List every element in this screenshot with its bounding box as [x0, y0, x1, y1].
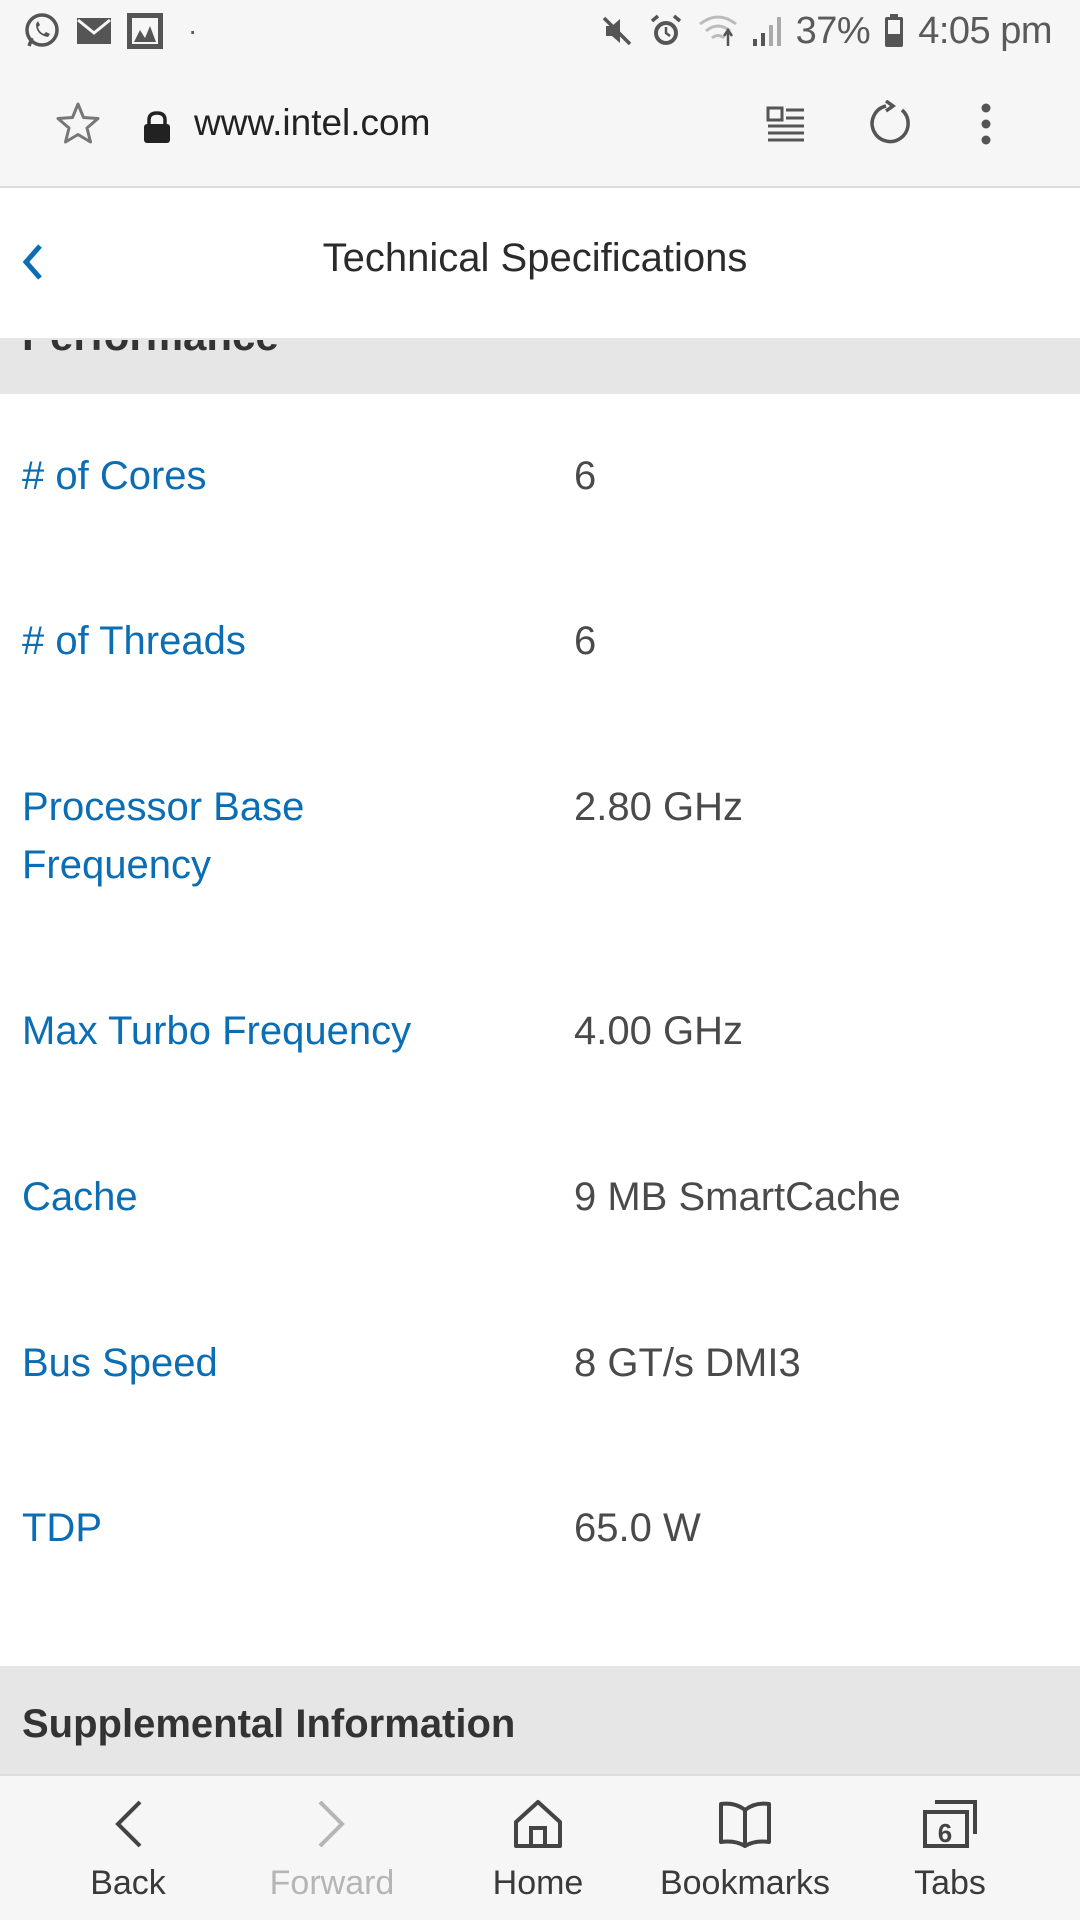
- email-icon: [76, 16, 112, 46]
- whatsapp-icon: [22, 11, 62, 51]
- nav-home-label: Home: [492, 1864, 584, 1902]
- supplemental-banner[interactable]: Supplemental Information: [0, 1666, 1080, 1774]
- spec-label[interactable]: Bus Speed: [22, 1334, 532, 1392]
- bookmarks-book-icon: [645, 1798, 845, 1850]
- status-right: 37% 4:05 pm: [600, 10, 1052, 53]
- back-arrow-icon: [28, 1798, 228, 1850]
- spec-list: # of Cores 6 # of Threads 6 Processor Ba…: [0, 394, 1080, 1666]
- more-options-icon[interactable]: [980, 102, 992, 151]
- section-title: Performance: [22, 340, 279, 360]
- lock-icon: [142, 110, 172, 149]
- status-left: ·: [22, 11, 197, 51]
- spec-label[interactable]: # of Threads: [22, 612, 532, 670]
- page-title: Technical Specifications: [322, 236, 748, 280]
- status-bar: · 37% 4:05 pm: [0, 0, 1080, 62]
- gallery-notification-icon: [126, 12, 164, 50]
- wifi-icon: [698, 14, 738, 48]
- nav-forward-button[interactable]: Forward: [232, 1776, 432, 1920]
- nav-tabs-label: Tabs: [914, 1864, 986, 1902]
- spec-label[interactable]: Max Turbo Frequency: [22, 1002, 532, 1060]
- spec-label[interactable]: Cache: [22, 1168, 532, 1226]
- mute-icon: [600, 14, 634, 48]
- spec-label[interactable]: # of Cores: [22, 447, 532, 505]
- nav-home-button[interactable]: Home: [438, 1776, 638, 1920]
- nav-back-label: Back: [90, 1864, 166, 1902]
- nav-forward-label: Forward: [269, 1864, 395, 1902]
- spec-value: 9 MB SmartCache: [574, 1175, 901, 1219]
- url-text[interactable]: www.intel.com: [194, 102, 430, 144]
- nav-bookmarks-button[interactable]: Bookmarks: [645, 1776, 845, 1920]
- spec-value: 8 GT/s DMI3: [574, 1341, 801, 1385]
- spec-value: 2.80 GHz: [574, 785, 743, 829]
- nav-back-button[interactable]: Back: [28, 1776, 228, 1920]
- spec-value: 4.00 GHz: [574, 1009, 743, 1053]
- forward-arrow-icon: [232, 1798, 432, 1850]
- spec-label[interactable]: Processor Base Frequency: [22, 778, 362, 894]
- home-icon: [438, 1798, 638, 1850]
- bookmark-star-icon[interactable]: [54, 100, 102, 153]
- page-header: Technical Specifications: [0, 190, 1080, 340]
- reload-icon[interactable]: [866, 99, 914, 153]
- battery-icon: [884, 14, 904, 48]
- status-dot: ·: [188, 15, 197, 46]
- spec-value: 6: [574, 454, 597, 498]
- spec-value: 6: [574, 619, 597, 663]
- spec-value: 65.0 W: [574, 1506, 701, 1550]
- nav-tabs-button[interactable]: 6 Tabs: [850, 1776, 1050, 1920]
- bottom-nav: Back Forward Home Bookmarks 6 Tabs: [0, 1774, 1080, 1920]
- clock: 4:05 pm: [918, 9, 1052, 52]
- spec-label[interactable]: TDP: [22, 1499, 532, 1557]
- supplemental-title: Supplemental Information: [22, 1702, 516, 1746]
- nav-bookmarks-label: Bookmarks: [659, 1864, 831, 1902]
- alarm-icon: [648, 13, 684, 49]
- battery-percent: 37%: [795, 9, 871, 52]
- tab-count: 6: [937, 1818, 953, 1848]
- reader-mode-icon[interactable]: [764, 102, 808, 151]
- section-banner: Performance: [0, 340, 1080, 394]
- url-bar: www.intel.com: [0, 62, 1080, 188]
- signal-icon: [752, 15, 782, 47]
